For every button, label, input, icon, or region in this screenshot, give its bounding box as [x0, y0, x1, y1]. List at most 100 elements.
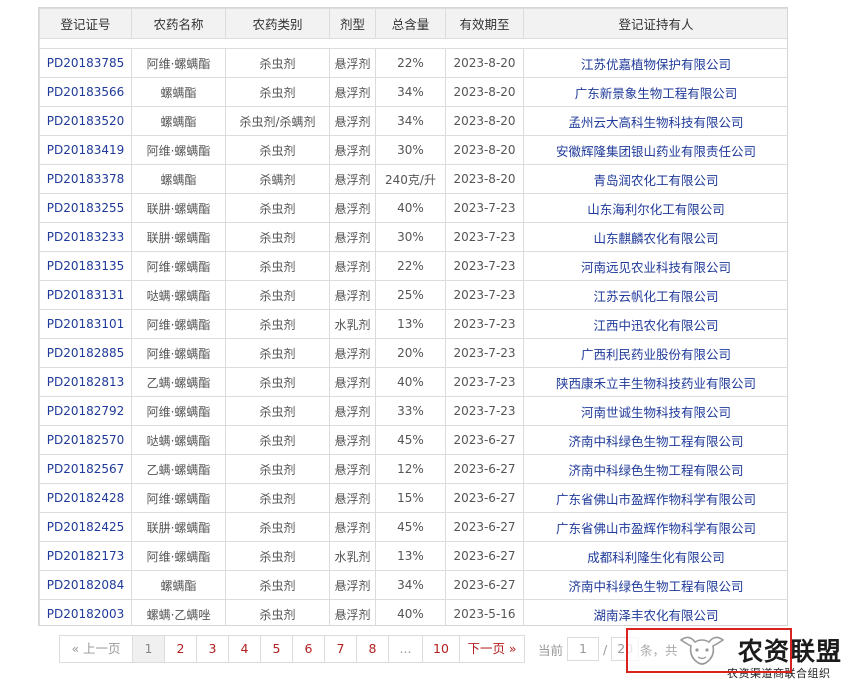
header-pesticide-name[interactable]: 农药名称: [131, 8, 226, 39]
cell-formulation: 悬浮剂: [329, 483, 376, 513]
cell-valid-until: 2023-8-20: [445, 106, 524, 136]
cell-pesticide-category: 杀虫剂: [225, 222, 330, 252]
cell-total-content: 40%: [375, 367, 446, 397]
cell-formulation: 悬浮剂: [329, 454, 376, 484]
cert-holder-link[interactable]: 江苏优嘉植物保护有限公司: [581, 57, 731, 72]
cert-holder-link[interactable]: 孟州云大高科生物科技有限公司: [568, 115, 743, 130]
cert-holder-link[interactable]: 河南远见农业科技有限公司: [581, 260, 731, 275]
cert-number-link[interactable]: PD20183135: [47, 259, 125, 273]
cert-number-link[interactable]: PD20182084: [47, 578, 125, 592]
cert-number-link[interactable]: PD20183520: [47, 114, 125, 128]
cert-holder-link[interactable]: 湖南泽丰农化有限公司: [593, 608, 718, 623]
page-5-button[interactable]: 5: [261, 636, 293, 662]
page-3-button[interactable]: 3: [197, 636, 229, 662]
cert-number-link[interactable]: PD20182425: [47, 520, 125, 534]
cert-holder-link[interactable]: 江苏云帆化工有限公司: [593, 289, 718, 304]
cell-cert-number: PD20182084: [39, 570, 132, 600]
cert-number-link[interactable]: PD20183378: [47, 172, 125, 186]
cert-holder-link[interactable]: 济南中科绿色生物工程有限公司: [568, 434, 743, 449]
cell-valid-until: 2023-6-27: [445, 483, 524, 513]
cell-pesticide-category: 杀虫剂: [225, 367, 330, 397]
cert-number-link[interactable]: PD20183255: [47, 201, 125, 215]
cell-pesticide-category: 杀虫剂: [225, 251, 330, 281]
table-row: PD20182003 螺螨·乙螨唑 杀虫剂 悬浮剂 40% 2023-5-16 湖南泽丰农化…: [39, 599, 787, 625]
cell-cert-holder: 成都科利隆生化有限公司: [523, 541, 787, 571]
cert-holder-link[interactable]: 广东新景象生物工程有限公司: [575, 86, 738, 101]
cert-number-link[interactable]: PD20182567: [47, 462, 125, 476]
cert-number-link[interactable]: PD20183101: [47, 317, 125, 331]
cell-pesticide-category: 杀螨剂: [225, 164, 330, 194]
cert-number-link[interactable]: PD20183785: [47, 56, 125, 70]
cell-cert-holder: 山东麒麟农化有限公司: [523, 222, 787, 252]
page-4-button[interactable]: 4: [229, 636, 261, 662]
cell-cert-number: PD20182885: [39, 338, 132, 368]
cell-cert-number: PD20182173: [39, 541, 132, 571]
cert-number-link[interactable]: PD20183566: [47, 85, 125, 99]
cell-valid-until: 2023-8-20: [445, 164, 524, 194]
cell-total-content: 13%: [375, 541, 446, 571]
cert-holder-link[interactable]: 广西利民药业股份有限公司: [581, 347, 731, 362]
cell-pesticide-name: 螺螨酯: [131, 164, 226, 194]
table-row: PD20183566 螺螨酯 杀虫剂 悬浮剂 34% 2023-8-20 广东新景象生物工程…: [39, 77, 787, 107]
table-row: PD20182567 乙螨·螺螨酯 杀虫剂 悬浮剂 12% 2023-6-27 济南中科绿色…: [39, 454, 787, 484]
cert-holder-link[interactable]: 济南中科绿色生物工程有限公司: [568, 579, 743, 594]
table-row: PD20183255 联肼·螺螨酯 杀虫剂 悬浮剂 40% 2023-7-23 山东海利尔化…: [39, 193, 787, 223]
cert-number-link[interactable]: PD20182570: [47, 433, 125, 447]
cell-cert-holder: 河南世诚生物科技有限公司: [523, 396, 787, 426]
cert-holder-link[interactable]: 陕西康禾立丰生物科技药业有限公司: [556, 376, 756, 391]
header-cert-holder[interactable]: 登记证持有人: [523, 8, 787, 39]
cert-number-link[interactable]: PD20182813: [47, 375, 125, 389]
cell-cert-number: PD20183520: [39, 106, 132, 136]
cert-number-link[interactable]: PD20182792: [47, 404, 125, 418]
cell-valid-until: 2023-7-23: [445, 309, 524, 339]
header-total-content[interactable]: 总含量: [375, 8, 446, 39]
cell-pesticide-name: 联肼·螺螨酯: [131, 222, 226, 252]
table-spacer-row: [39, 38, 787, 49]
prev-page-button[interactable]: « 上一页: [60, 636, 133, 662]
cell-total-content: 13%: [375, 309, 446, 339]
cert-holder-link[interactable]: 广东省佛山市盈辉作物科学有限公司: [556, 521, 756, 536]
cert-holder-link[interactable]: 成都科利隆生化有限公司: [587, 550, 725, 565]
header-valid-until[interactable]: 有效期至: [445, 8, 524, 39]
cell-valid-until: 2023-7-23: [445, 280, 524, 310]
page-1-button[interactable]: 1: [133, 636, 165, 662]
cert-holder-link[interactable]: 青岛润农化工有限公司: [593, 173, 718, 188]
header-pesticide-category[interactable]: 农药类别: [225, 8, 330, 39]
cert-number-link[interactable]: PD20183419: [47, 143, 125, 157]
registration-table-container: 登记证号 农药名称 农药类别 剂型 总含量 有效期至 登记证持有人 PD2018…: [38, 7, 788, 626]
cert-number-link[interactable]: PD20182885: [47, 346, 125, 360]
page-7-button[interactable]: 7: [325, 636, 357, 662]
table-row: PD20182173 阿维·螺螨酯 杀虫剂 水乳剂 13% 2023-6-27 成都科利隆生…: [39, 541, 787, 571]
table-row: PD20182425 联肼·螺螨酯 杀虫剂 悬浮剂 45% 2023-6-27 广东省佛山市…: [39, 512, 787, 542]
cert-number-link[interactable]: PD20183233: [47, 230, 125, 244]
cell-total-content: 45%: [375, 512, 446, 542]
cell-valid-until: 2023-8-20: [445, 48, 524, 78]
next-page-button[interactable]: 下一页 »: [460, 636, 524, 662]
cert-holder-link[interactable]: 河南世诚生物科技有限公司: [581, 405, 731, 420]
cell-valid-until: 2023-7-23: [445, 251, 524, 281]
cert-holder-link[interactable]: 安徽辉隆集团银山药业有限责任公司: [556, 144, 756, 159]
page-10-button[interactable]: 10: [423, 636, 460, 662]
cert-number-link[interactable]: PD20183131: [47, 288, 125, 302]
cert-holder-link[interactable]: 广东省佛山市盈辉作物科学有限公司: [556, 492, 756, 507]
cell-cert-number: PD20182428: [39, 483, 132, 513]
header-formulation[interactable]: 剂型: [329, 8, 376, 39]
cell-pesticide-category: 杀虫剂: [225, 425, 330, 455]
cell-total-content: 22%: [375, 48, 446, 78]
cell-cert-holder: 广东省佛山市盈辉作物科学有限公司: [523, 483, 787, 513]
header-cert-number[interactable]: 登记证号: [39, 8, 132, 39]
cert-number-link[interactable]: PD20182173: [47, 549, 125, 563]
cert-holder-link[interactable]: 山东海利尔化工有限公司: [587, 202, 725, 217]
page-8-button[interactable]: 8: [357, 636, 389, 662]
cell-cert-number: PD20183131: [39, 280, 132, 310]
page-2-button[interactable]: 2: [165, 636, 197, 662]
current-page-input[interactable]: 1: [567, 637, 600, 661]
cert-holder-link[interactable]: 济南中科绿色生物工程有限公司: [568, 463, 743, 478]
cert-number-link[interactable]: PD20182428: [47, 491, 125, 505]
cert-holder-link[interactable]: 江西中迅农化有限公司: [593, 318, 718, 333]
cell-cert-holder: 广东省佛山市盈辉作物科学有限公司: [523, 512, 787, 542]
cert-number-link[interactable]: PD20182003: [47, 607, 125, 621]
page-6-button[interactable]: 6: [293, 636, 325, 662]
cell-formulation: 悬浮剂: [329, 570, 376, 600]
cert-holder-link[interactable]: 山东麒麟农化有限公司: [593, 231, 718, 246]
